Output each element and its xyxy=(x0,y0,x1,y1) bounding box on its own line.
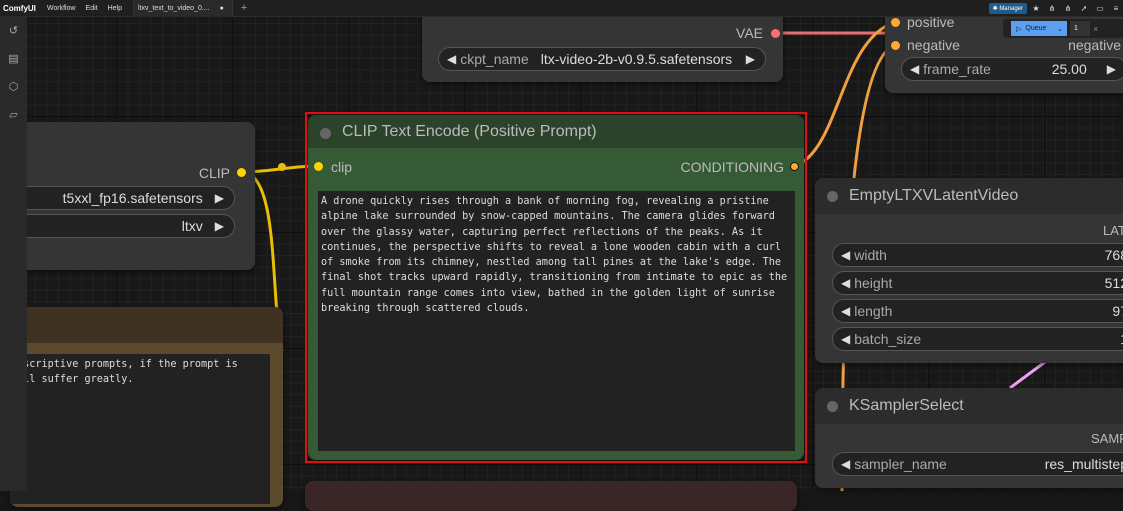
note-node[interactable]: escriptive prompts, if the prompt is ill… xyxy=(10,307,283,507)
sampler-name-combo[interactable]: ◀ sampler_name res_multistep xyxy=(832,452,1123,476)
ksampler-select-node[interactable]: KSamplerSelect SAMP ◀ sampler_name res_mul… xyxy=(815,388,1123,488)
menu-workflow[interactable]: Workflow xyxy=(42,5,81,12)
left-arrow-icon[interactable]: ◀ xyxy=(841,457,850,471)
latent-wire xyxy=(1009,360,1046,390)
queue-count-input[interactable]: 1 xyxy=(1070,21,1090,36)
hamburger-menu-icon[interactable]: ≡ xyxy=(1109,4,1123,13)
left-sidebar: ↺ ▤ ⬡ ▱ xyxy=(0,17,27,491)
left-arrow-icon[interactable]: ◀ xyxy=(447,52,456,66)
menu-help[interactable]: Help xyxy=(103,5,127,12)
panel-icon[interactable]: ▭ xyxy=(1093,4,1107,13)
widget-label: frame_rate xyxy=(923,61,991,77)
widget-value: res_multistep xyxy=(1044,456,1123,472)
right-arrow-icon[interactable]: ▶ xyxy=(1107,62,1116,76)
negative-output-label: negative xyxy=(1068,37,1121,53)
note-text[interactable]: escriptive prompts, if the prompt is ill… xyxy=(10,354,270,504)
history-icon[interactable]: ↺ xyxy=(7,25,20,38)
width-widget[interactable]: ◀ width 768 xyxy=(832,243,1123,267)
left-arrow-icon[interactable]: ◀ xyxy=(841,304,850,318)
manager-button[interactable]: ✱ Manager xyxy=(988,3,1027,14)
left-arrow-icon[interactable]: ◀ xyxy=(910,62,919,76)
node-title: EmptyLTXVLatentVideo xyxy=(849,187,1019,204)
positive-input-slot[interactable] xyxy=(891,18,900,27)
unsaved-dot-icon: ● xyxy=(219,4,224,12)
conditioning-wire xyxy=(794,20,896,168)
top-menubar: ComfyUI Workflow Edit Help ltxv_text_to_… xyxy=(0,0,1123,17)
length-widget[interactable]: ◀ length 97 xyxy=(832,299,1123,323)
manager-label: Manager xyxy=(999,6,1023,12)
widget-label: sampler_name xyxy=(854,456,947,472)
chevron-down-icon[interactable]: ⌄ xyxy=(1057,25,1067,33)
clip-loader-node[interactable]: CLIP t5xxl_fp16.safetensors ▶ ltxv ▶ xyxy=(0,122,255,270)
frame-rate-widget[interactable]: ◀ frame_rate 25.00 ▶ xyxy=(901,57,1123,81)
selection-outline xyxy=(305,112,807,463)
widget-label: height xyxy=(854,275,893,291)
latent-output-label: LAT xyxy=(1103,223,1123,238)
note-title-bar[interactable] xyxy=(10,307,283,343)
right-arrow-icon[interactable]: ▶ xyxy=(215,191,224,205)
node-alt-icon[interactable]: ⋔ xyxy=(1061,4,1075,13)
batch-size-widget[interactable]: ◀batch_size1 xyxy=(832,327,1123,351)
queue-panel: ▷ Queue ⌄ 1 × xyxy=(1003,19,1123,38)
collapse-dot-icon[interactable] xyxy=(827,401,838,412)
widget-label: batch_size xyxy=(854,331,922,347)
new-tab-button[interactable]: + xyxy=(233,2,255,14)
widget-value: 97 xyxy=(1112,303,1123,319)
clip-type-combo[interactable]: ltxv ▶ xyxy=(0,214,235,238)
widget-label: ckpt_name xyxy=(460,51,529,67)
share-icon[interactable]: ➚ xyxy=(1077,4,1091,13)
library-icon[interactable]: ▤ xyxy=(7,53,20,66)
collapse-dot-icon[interactable] xyxy=(827,191,838,202)
clip-name-combo[interactable]: t5xxl_fp16.safetensors ▶ xyxy=(0,186,235,210)
right-arrow-icon[interactable]: ▶ xyxy=(746,52,755,66)
vae-output-label: VAE xyxy=(736,25,763,41)
queue-label: Queue xyxy=(1025,25,1047,32)
height-widget[interactable]: ◀ height 512 xyxy=(832,271,1123,295)
negative-prompt-node[interactable] xyxy=(305,481,797,511)
workflow-tab[interactable]: ltxv_text_to_video_0.... ● xyxy=(133,0,233,17)
node-title: KSamplerSelect xyxy=(849,397,964,414)
sampler-output-label: SAMP xyxy=(1091,431,1123,446)
negative-input-label: negative xyxy=(907,37,960,53)
queue-button[interactable]: ▷ Queue ⌄ xyxy=(1011,21,1067,36)
widget-value: ltxv xyxy=(181,218,203,234)
widget-label: length xyxy=(854,303,893,319)
clip-output-slot[interactable] xyxy=(237,168,246,177)
left-arrow-icon[interactable]: ◀ xyxy=(841,248,850,262)
node-title-bar[interactable]: KSamplerSelect xyxy=(815,388,1123,424)
clip-output-label: CLIP xyxy=(198,165,230,181)
menu-edit[interactable]: Edit xyxy=(81,5,103,12)
left-arrow-icon[interactable]: ◀ xyxy=(841,276,850,290)
widget-value: ltx-video-2b-v0.9.5.safetensors xyxy=(540,51,733,67)
empty-ltxv-latent-node[interactable]: EmptyLTXVLatentVideo LAT ◀ width 768 ◀ heig… xyxy=(815,178,1123,363)
close-icon[interactable]: × xyxy=(1093,24,1098,34)
star-icon[interactable]: ★ xyxy=(1029,4,1043,13)
right-arrow-icon[interactable]: ▶ xyxy=(215,219,224,233)
folder-icon[interactable]: ▱ xyxy=(7,109,20,122)
play-icon: ▷ xyxy=(1016,25,1022,33)
negative-input-slot[interactable] xyxy=(891,41,900,50)
node-icon[interactable]: ⋔ xyxy=(1045,4,1059,13)
left-arrow-icon[interactable]: ◀ xyxy=(841,332,850,346)
wire-reroute-dot xyxy=(278,163,286,171)
widget-value: 768 xyxy=(1104,247,1123,263)
widget-value: t5xxl_fp16.safetensors xyxy=(62,190,203,206)
model-cube-icon[interactable]: ⬡ xyxy=(7,81,20,94)
ckpt-name-combo[interactable]: ◀ ckpt_name ltx-video-2b-v0.9.5.safetensor… xyxy=(438,47,766,71)
widget-value: 512 xyxy=(1104,275,1123,291)
widget-value: 25.00 xyxy=(1051,61,1087,77)
node-title-bar[interactable]: EmptyLTXVLatentVideo xyxy=(815,178,1123,214)
vae-output-slot[interactable] xyxy=(771,29,780,38)
app-logo: ComfyUI xyxy=(3,3,36,13)
widget-label: width xyxy=(854,247,887,263)
tab-label: ltxv_text_to_video_0.... xyxy=(138,4,210,12)
